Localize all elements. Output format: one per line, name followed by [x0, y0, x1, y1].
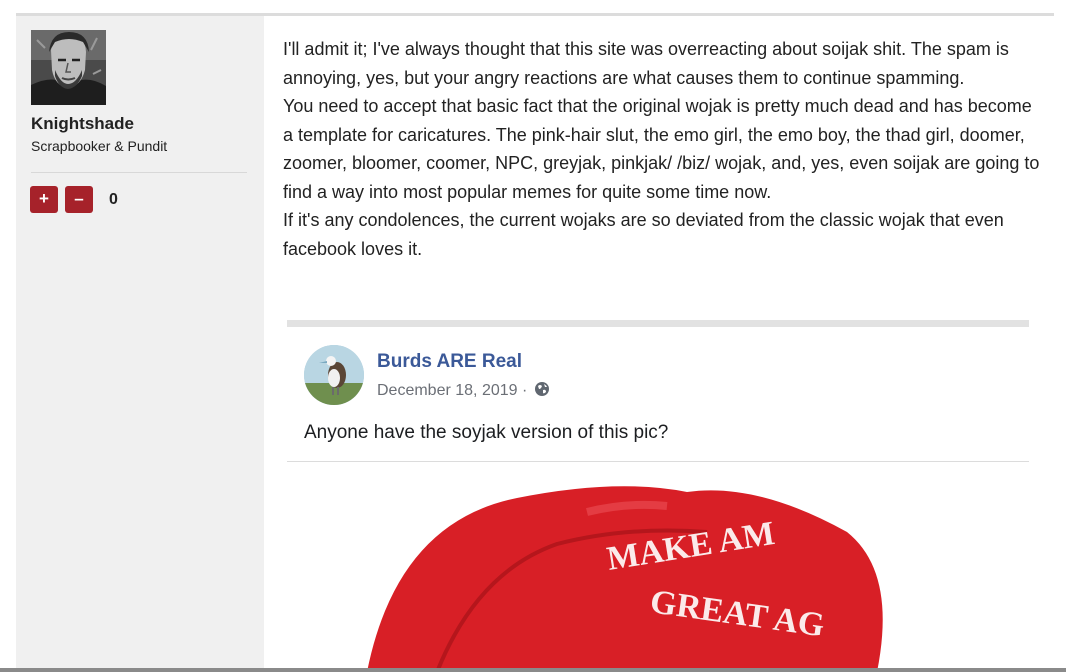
fb-post-date-text: December 18, 2019 ·: [377, 382, 528, 399]
vote-score: 0: [109, 191, 118, 208]
avatar-portrait: [31, 30, 106, 105]
embed-top-border: [287, 320, 1029, 327]
downvote-button[interactable]: –: [65, 186, 93, 213]
post-paragraph: You need to accept that basic fact that …: [283, 96, 1040, 202]
fb-post-image[interactable]: MAKE AM GREAT AG: [287, 462, 1029, 672]
author-username[interactable]: Knightshade: [31, 114, 134, 134]
author-title: Scrapbooker & Pundit: [31, 138, 168, 154]
post-paragraph: I'll admit it; I've always thought that …: [283, 39, 1009, 88]
sidebar-divider: [31, 172, 247, 173]
bird-avatar-image: [304, 345, 364, 405]
globe-icon: [534, 382, 549, 396]
facebook-embed: Burds ARE Real December 18, 2019 · Anyon…: [287, 320, 1029, 672]
avatar[interactable]: [31, 30, 106, 105]
maga-hat-image: MAKE AM GREAT AG: [287, 462, 1029, 672]
fb-post-text: Anyone have the soyjak version of this p…: [304, 422, 669, 443]
post-author-sidebar: Knightshade Scrapbooker & Pundit + – 0: [16, 16, 264, 672]
bird-avatar[interactable]: [304, 345, 364, 405]
fb-post-date[interactable]: December 18, 2019 ·: [377, 381, 550, 400]
fb-page-name[interactable]: Burds ARE Real: [377, 351, 522, 373]
post-body: I'll admit it; I've always thought that …: [283, 35, 1043, 263]
upvote-button[interactable]: +: [30, 186, 58, 213]
bottom-scroll-edge: [0, 668, 1066, 672]
plus-icon: +: [39, 189, 49, 208]
minus-icon: –: [74, 189, 84, 208]
post-paragraph: If it's any condolences, the current woj…: [283, 210, 1004, 259]
